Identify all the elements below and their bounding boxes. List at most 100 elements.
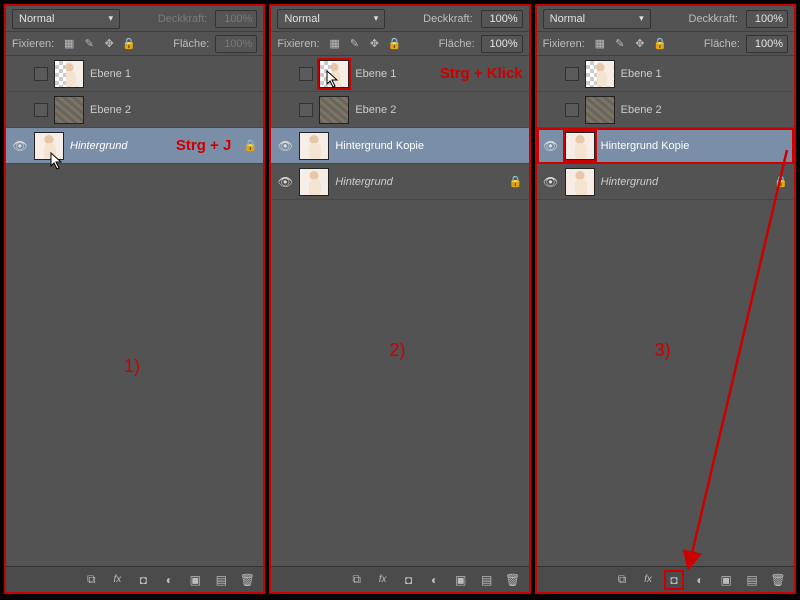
layer-row-ebene1[interactable]: 👁 Ebene 1	[537, 56, 794, 92]
lock-icon: 🔒	[509, 175, 523, 188]
visibility-toggle[interactable]: 👁	[12, 67, 28, 81]
layer-name: Ebene 2	[355, 104, 522, 116]
layers-panel-2: Normal ▾ Deckkraft: 100% Fixieren: ▦ ✎ ✥…	[269, 4, 530, 594]
layer-checkbox[interactable]	[565, 67, 579, 81]
layer-thumbnail[interactable]	[34, 132, 64, 160]
fill-label: Fläche:	[704, 38, 740, 50]
layer-list: 👁 Ebene 1 👁 Ebene 2 👁 Hintergrund Strg +…	[6, 56, 263, 566]
lock-icon: 🔒	[243, 139, 257, 152]
lock-transparent-icon[interactable]: ▦	[593, 37, 607, 51]
layer-row-hintergrund[interactable]: 👁 Hintergrund 🔒	[537, 164, 794, 200]
lock-all-icon[interactable]: 🔒	[653, 37, 667, 51]
visibility-toggle[interactable]: 👁	[277, 103, 293, 117]
layer-row-ebene1[interactable]: 👁 Ebene 1	[6, 56, 263, 92]
layer-row-ebene2[interactable]: 👁 Ebene 2	[537, 92, 794, 128]
lock-brush-icon[interactable]: ✎	[82, 37, 96, 51]
opacity-value[interactable]: 100%	[481, 10, 523, 28]
layer-thumbnail[interactable]	[565, 168, 595, 196]
layer-checkbox[interactable]	[34, 67, 48, 81]
group-icon[interactable]: ▣	[453, 572, 469, 588]
lock-label: Fixieren:	[277, 38, 319, 50]
opacity-value[interactable]: 100%	[746, 10, 788, 28]
layer-mask-icon[interactable]: ◘	[401, 572, 417, 588]
layer-checkbox[interactable]	[565, 103, 579, 117]
link-layers-icon[interactable]: ⧉	[614, 572, 630, 588]
visibility-toggle[interactable]: 👁	[277, 67, 293, 81]
adjustment-layer-icon[interactable]: ◐	[161, 572, 177, 588]
layer-thumbnail[interactable]	[299, 168, 329, 196]
lock-brush-icon[interactable]: ✎	[348, 37, 362, 51]
layer-row-hintergrund-kopie[interactable]: 👁 Hintergrund Kopie	[271, 128, 528, 164]
annotation-shortcut: Strg + Klick	[440, 65, 523, 82]
visibility-toggle[interactable]: 👁	[543, 139, 559, 153]
layer-row-hintergrund[interactable]: 👁 Hintergrund Strg + J 🔒	[6, 128, 263, 164]
blend-mode-value: Normal	[19, 13, 54, 25]
layer-thumbnail[interactable]	[54, 60, 84, 88]
layer-row-ebene2[interactable]: 👁 Ebene 2	[6, 92, 263, 128]
fill-value[interactable]: 100%	[481, 35, 523, 53]
layer-thumbnail[interactable]	[585, 96, 615, 124]
layer-thumbnail[interactable]	[319, 96, 349, 124]
layer-mask-icon[interactable]: ◘	[135, 572, 151, 588]
visibility-toggle[interactable]: 👁	[543, 103, 559, 117]
layer-thumbnail[interactable]	[54, 96, 84, 124]
layer-checkbox[interactable]	[34, 103, 48, 117]
fill-value[interactable]: 100%	[746, 35, 788, 53]
layer-thumbnail[interactable]	[565, 132, 595, 160]
layer-name: Ebene 1	[90, 68, 257, 80]
adjustment-layer-icon[interactable]: ◐	[427, 572, 443, 588]
trash-icon[interactable]: 🗑	[505, 572, 521, 588]
layer-checkbox[interactable]	[299, 67, 313, 81]
chevron-down-icon: ▾	[374, 13, 379, 24]
new-layer-icon[interactable]: ▤	[744, 572, 760, 588]
blend-opacity-row: Normal ▾ Deckkraft: 100%	[537, 6, 794, 32]
opacity-value[interactable]: 100%	[215, 10, 257, 28]
layer-thumbnail[interactable]	[299, 132, 329, 160]
fx-icon[interactable]: fx	[640, 572, 656, 588]
new-layer-icon[interactable]: ▤	[479, 572, 495, 588]
lock-transparent-icon[interactable]: ▦	[328, 37, 342, 51]
lock-fill-row: Fixieren: ▦ ✎ ✥ 🔒 Fläche: 100%	[537, 32, 794, 56]
blend-mode-dropdown[interactable]: Normal ▾	[12, 9, 120, 29]
visibility-toggle[interactable]: 👁	[543, 175, 559, 189]
layer-row-hintergrund-kopie[interactable]: 👁 Hintergrund Kopie	[537, 128, 794, 164]
lock-move-icon[interactable]: ✥	[102, 37, 116, 51]
layer-mask-icon[interactable]: ◘	[666, 572, 682, 588]
layer-row-hintergrund[interactable]: 👁 Hintergrund 🔒	[271, 164, 528, 200]
visibility-toggle[interactable]: 👁	[12, 139, 28, 153]
trash-icon[interactable]: 🗑	[770, 572, 786, 588]
blend-mode-dropdown[interactable]: Normal ▾	[543, 9, 651, 29]
new-layer-icon[interactable]: ▤	[213, 572, 229, 588]
lock-all-icon[interactable]: 🔒	[388, 37, 402, 51]
adjustment-layer-icon[interactable]: ◐	[692, 572, 708, 588]
fill-label: Fläche:	[439, 38, 475, 50]
layer-thumbnail[interactable]	[319, 60, 349, 88]
link-layers-icon[interactable]: ⧉	[83, 572, 99, 588]
fx-icon[interactable]: fx	[375, 572, 391, 588]
lock-move-icon[interactable]: ✥	[368, 37, 382, 51]
step-number: 3)	[655, 340, 671, 361]
link-layers-icon[interactable]: ⧉	[349, 572, 365, 588]
trash-icon[interactable]: 🗑	[239, 572, 255, 588]
lock-all-icon[interactable]: 🔒	[122, 37, 136, 51]
fx-icon[interactable]: fx	[109, 572, 125, 588]
lock-brush-icon[interactable]: ✎	[613, 37, 627, 51]
layer-row-ebene1[interactable]: 👁 Ebene 1 Strg + Klick	[271, 56, 528, 92]
layers-panel-1: Normal ▾ Deckkraft: 100% Fixieren: ▦ ✎ ✥…	[4, 4, 265, 594]
lock-move-icon[interactable]: ✥	[633, 37, 647, 51]
layer-list: 👁 Ebene 1 Strg + Klick 👁 Ebene 2 👁 Hinte…	[271, 56, 528, 566]
lock-transparent-icon[interactable]: ▦	[62, 37, 76, 51]
layer-thumbnail[interactable]	[585, 60, 615, 88]
group-icon[interactable]: ▣	[718, 572, 734, 588]
visibility-toggle[interactable]: 👁	[277, 175, 293, 189]
layer-checkbox[interactable]	[299, 103, 313, 117]
layer-row-ebene2[interactable]: 👁 Ebene 2	[271, 92, 528, 128]
blend-mode-dropdown[interactable]: Normal ▾	[277, 9, 385, 29]
visibility-toggle[interactable]: 👁	[12, 103, 28, 117]
layer-name: Hintergrund Kopie	[335, 140, 522, 152]
visibility-toggle[interactable]: 👁	[543, 67, 559, 81]
fill-value[interactable]: 100%	[215, 35, 257, 53]
visibility-toggle[interactable]: 👁	[277, 139, 293, 153]
annotation-shortcut: Strg + J	[176, 137, 231, 154]
group-icon[interactable]: ▣	[187, 572, 203, 588]
